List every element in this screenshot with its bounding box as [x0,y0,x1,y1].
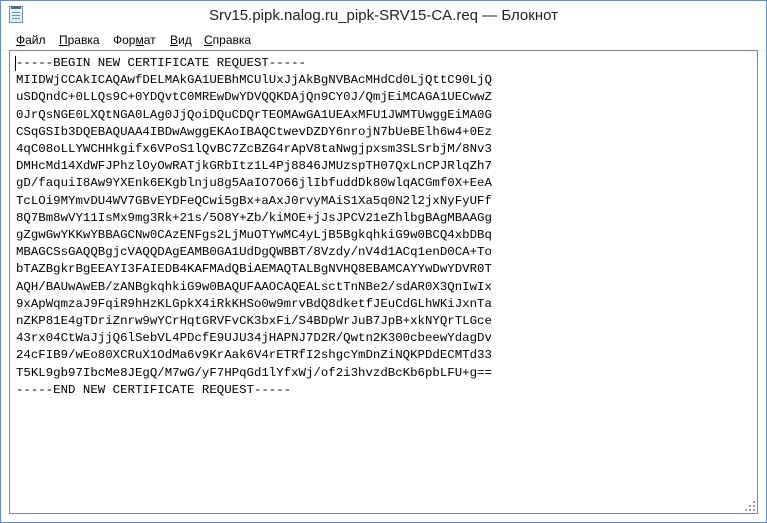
text-line: MBAGCSsGAQQBgjcVAQQDAgEAMB0GA1UdDgQWBBT/… [16,245,492,260]
menu-help-label: правка [212,33,252,47]
text-line: 0JrQsNGE0LXQtNGA0LAg0JjQoiDQuCDQrTEOMAwG… [16,107,492,122]
text-line: gZgwGwYKKwYBBAGCNw0CAzENFgs2LjMuOTYwMC4y… [16,228,492,243]
notepad-window: Srv15.pipk.nalog.ru_pipk-SRV15-CA.req — … [0,0,767,523]
menu-file-accel: Ф [16,33,26,47]
text-line: 9xApWqmzaJ9FqiR9hHzKLGpkX4iRkKHSo0w9mrvB… [16,296,492,311]
window-title: Srv15.pipk.nalog.ru_pipk-SRV15-CA.req — … [208,7,559,24]
text-line: gD/faquiI8Aw9YXEnk6EKgblnju8g5AaIO7O66jl… [16,176,492,191]
text-line: T5KL9gb97IbcMe8JEgQ/M7wG/yF7HPqGd1lYfxWj… [16,365,492,380]
menu-help-accel: С [204,33,213,47]
menu-view[interactable]: Вид [170,33,192,47]
menu-format[interactable]: Формат [113,33,156,47]
text-line: CSqGSIb3DQEBAQUAA4IBDwAwggEKAoIBAQCtwevD… [16,124,492,139]
menu-file-label: айл [25,33,46,47]
text-line: AQH/BAUwAwEB/zANBgkqhkiG9w0BAQUFAAOCAQEA… [16,279,492,294]
menu-edit-label: равка [67,33,100,47]
menu-edit-accel: П [59,33,68,47]
text-line: -----END NEW CERTIFICATE REQUEST----- [16,382,292,397]
text-line: nZKP81E4gTDriZnrw9wYCrHqtGRVFvCK3bxFi/S4… [16,314,492,329]
text-line: MIIDWjCCAkICAQAwfDELMAkGA1UEBhMCUlUxJjAk… [16,73,492,88]
menu-file[interactable]: Файл [16,33,46,47]
text-line: -----BEGIN NEW CERTIFICATE REQUEST----- [16,56,306,70]
text-line: bTAZBgkrBgEEAYI3FAIEDB4KAFMAdQBiAEMAQTAL… [16,262,492,277]
text-line: 4qC08oLLYWCHHkgifx6VPoS1lQvBC7ZcBZG4rApV… [16,142,492,157]
document-text[interactable]: -----BEGIN NEW CERTIFICATE REQUEST----- … [16,55,492,399]
text-line: DMHcMd14XdWFJPhzlOyOwRATjkGRbItz1L4Pj884… [16,159,492,174]
menu-help[interactable]: Справка [204,33,251,47]
text-editor[interactable]: -----BEGIN NEW CERTIFICATE REQUEST----- … [9,50,758,514]
menu-view-accel: В [170,33,179,47]
resize-grip[interactable] [743,499,755,511]
text-caret [15,56,16,71]
menu-format-label-start: Фор [113,33,136,47]
menu-format-accel: м [135,33,144,47]
menu-edit[interactable]: Правка [59,33,100,47]
text-line: TcLOi9MYmvDU4WV7GBvEYDFeQCwi5gBx+aAxJ0rv… [16,193,492,208]
text-line: 8Q7Bm8wVY11IsMx9mg3Rk+21s/5O8Y+Zb/kiMOE+… [16,210,492,225]
text-line: 24cFIB9/wEo80XCRuX1OdMa6v9KrAak6V4rETRfI… [16,348,492,363]
menu-view-label: ид [178,33,192,47]
title-bar[interactable]: Srv15.pipk.nalog.ru_pipk-SRV15-CA.req — … [1,1,766,29]
menu-bar: Файл Правка Формат Вид Справка [1,30,766,51]
text-line: 43rx04CtWaJjjQ6lSebVL4PDcfE9UJU34jHAPNJ7… [16,331,492,346]
text-line: uSDQndC+0LLQs9C+0YDQvtC0MREwDwYDVQQKDAjQ… [16,90,492,105]
menu-format-label-end: ат [143,33,156,47]
